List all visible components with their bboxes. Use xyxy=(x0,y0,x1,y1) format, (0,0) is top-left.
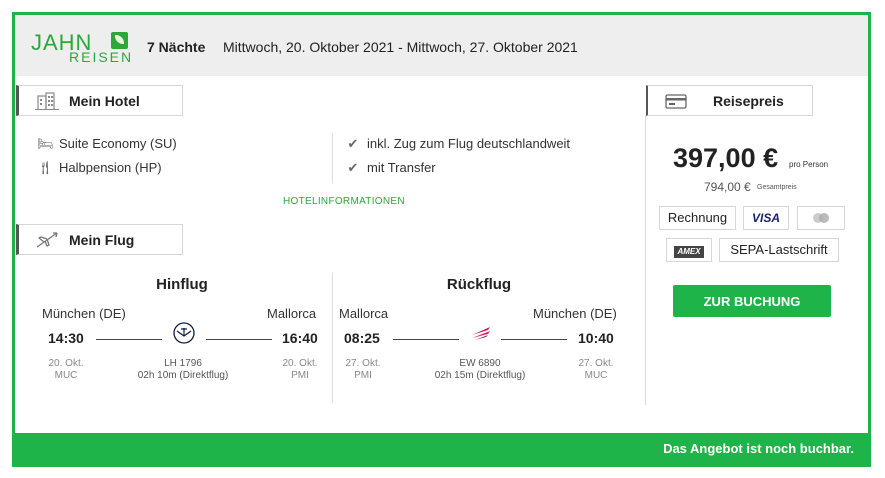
outbound-title: Hinflug xyxy=(156,276,208,293)
outbound-flight-info: LH 1796 02h 10m (Direktflug) xyxy=(108,358,258,382)
room-type: 🛏︎ Suite Economy (SU) xyxy=(37,136,177,152)
outbound-arrival-code: PMI xyxy=(291,370,309,381)
feature-transfer-label: mit Transfer xyxy=(367,160,436,175)
feature-train: ✔ inkl. Zug zum Flug deutschlandweit xyxy=(345,136,571,152)
outbound-arrival-meta: 20. Okt. PMI xyxy=(270,358,330,382)
mastercard-logo-icon xyxy=(813,213,829,223)
payment-visa: VISA xyxy=(743,206,789,230)
jahn-reisen-logo: JAHN REISEN xyxy=(31,30,134,65)
return-departure-code: PMI xyxy=(354,370,372,381)
return-route-line-right xyxy=(501,339,567,340)
airplane-icon xyxy=(36,232,58,248)
outbound-to-city: Mallorca xyxy=(267,306,317,321)
lufthansa-logo-icon xyxy=(173,322,195,344)
feature-transfer: ✔ mit Transfer xyxy=(345,160,436,176)
outbound-flight-number: LH 1796 xyxy=(164,358,202,369)
return-departure-meta: 27. Okt. PMI xyxy=(333,358,393,382)
outbound-arrival-date: 20. Okt. xyxy=(282,358,318,369)
book-now-button[interactable]: ZUR BUCHUNG xyxy=(673,285,831,317)
price-total: 794,00 € xyxy=(704,180,751,194)
eurowings-logo-icon xyxy=(472,327,490,340)
return-title: Rückflug xyxy=(446,276,512,293)
payment-mastercard: mastercard xyxy=(797,206,845,230)
flight-section-label: Mein Flug xyxy=(69,232,135,248)
outbound-route-line-right xyxy=(206,339,272,340)
payment-amex: AMEX xyxy=(666,238,712,262)
logo-wordmark-bottom: REISEN xyxy=(69,49,134,65)
logo-leaf-icon xyxy=(111,32,128,49)
return-duration: 02h 15m (Direktflug) xyxy=(434,370,526,381)
return-departure-date: 27. Okt. xyxy=(345,358,381,369)
outbound-departure-meta: 20. Okt. MUC xyxy=(36,358,96,382)
outbound-departure-time: 14:30 xyxy=(48,330,84,346)
return-to-city: München (DE) xyxy=(533,306,617,321)
payment-sepa: SEPA-Lastschrift xyxy=(719,238,839,262)
payment-invoice: Rechnung xyxy=(659,206,736,230)
outbound-departure-code: MUC xyxy=(54,370,78,381)
return-arrival-code: MUC xyxy=(584,370,608,381)
return-departure-time: 08:25 xyxy=(344,330,380,346)
hotel-building-icon xyxy=(35,92,59,110)
feature-train-label: inkl. Zug zum Flug deutschlandweit xyxy=(367,136,571,151)
return-arrival-meta: 27. Okt. MUC xyxy=(566,358,626,382)
check-icon: ✔ xyxy=(347,136,359,151)
hotel-divider xyxy=(332,133,333,183)
bed-icon: 🛏︎ xyxy=(37,136,54,151)
price-section-label: Reisepreis xyxy=(713,93,784,109)
outbound-from-city: München (DE) xyxy=(42,306,126,321)
board-type: 🍴︎ Halbpension (HP) xyxy=(37,160,162,176)
room-type-label: Suite Economy (SU) xyxy=(59,136,177,151)
travel-dates: Mittwoch, 20. Oktober 2021 - Mittwoch, 2… xyxy=(223,39,578,55)
outbound-departure-date: 20. Okt. xyxy=(48,358,84,369)
hotel-section-label: Mein Hotel xyxy=(69,93,140,109)
price-per-person: 397,00 € xyxy=(673,143,779,173)
flight-section-tab: Mein Flug xyxy=(16,224,183,255)
return-arrival-date: 27. Okt. xyxy=(578,358,614,369)
return-flight-info: EW 6890 02h 15m (Direktflug) xyxy=(405,358,555,382)
price-total-label: Gesamtpreis xyxy=(757,184,797,191)
hotel-section-tab: Mein Hotel xyxy=(16,85,183,116)
return-arrival-time: 10:40 xyxy=(578,330,614,346)
offer-header: JAHN REISEN 7 Nächte Mittwoch, 20. Oktob… xyxy=(15,15,868,76)
price-section-tab: Reisepreis xyxy=(646,85,813,116)
hotel-info-link[interactable]: HOTELINFORMATIONEN xyxy=(283,196,405,207)
credit-card-icon xyxy=(665,94,687,109)
amex-logo-icon: AMEX xyxy=(674,246,704,258)
nights-count: 7 Nächte xyxy=(147,39,206,55)
board-type-label: Halbpension (HP) xyxy=(59,160,162,175)
price-per-person-label: pro Person xyxy=(789,160,829,169)
flight-divider xyxy=(332,273,333,403)
check-icon: ✔ xyxy=(347,160,359,175)
return-from-city: Mallorca xyxy=(339,306,389,321)
price-column-divider xyxy=(645,115,646,405)
return-flight-number: EW 6890 xyxy=(459,358,501,369)
return-route-line-left xyxy=(393,339,459,340)
offer-card: JAHN REISEN 7 Nächte Mittwoch, 20. Oktob… xyxy=(12,12,871,467)
outbound-arrival-time: 16:40 xyxy=(282,330,318,346)
cutlery-icon: 🍴︎ xyxy=(37,160,54,175)
outbound-duration: 02h 10m (Direktflug) xyxy=(137,370,229,381)
availability-footer: Das Angebot ist noch buchbar. xyxy=(15,433,868,464)
outbound-route-line-left xyxy=(96,339,162,340)
availability-status: Das Angebot ist noch buchbar. xyxy=(663,441,854,456)
